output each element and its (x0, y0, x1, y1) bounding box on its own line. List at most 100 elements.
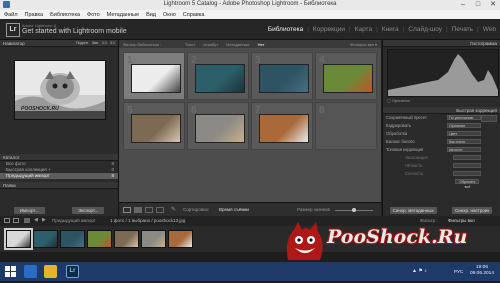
treatment-row: Обработка Цвет (383, 130, 500, 138)
navigator-preview[interactable]: POOSHOCK.RU (14, 60, 106, 120)
maximize-button[interactable]: □ (471, 0, 485, 10)
saved-preset-arrow[interactable] (481, 115, 497, 122)
filmstrip-thumbnail[interactable] (33, 230, 58, 248)
import-button[interactable]: Импорт... (13, 207, 45, 214)
auto-tone-button[interactable]: Автотон (447, 147, 481, 152)
reset-all-button[interactable]: Сбросить всё (455, 179, 479, 189)
module-map[interactable]: Карта (355, 26, 372, 33)
treatment-select[interactable]: Цвет (447, 131, 481, 136)
clock[interactable]: 19:06 09.06.2014 (470, 265, 494, 277)
grid-cell[interactable]: 2 (187, 52, 249, 100)
filmstrip-thumbnail[interactable] (141, 230, 166, 248)
crop-row: Кадрировать Оригинал (383, 122, 500, 130)
grid-cell[interactable]: 3 (251, 52, 313, 100)
survey-view-icon[interactable] (156, 207, 164, 213)
filmstrip-forward-icon[interactable]: ▶ (42, 217, 46, 223)
sync-metadata-button[interactable]: Синхр. метаданных (389, 207, 437, 214)
export-button[interactable]: Экспорт... (72, 207, 105, 214)
white-balance-label: Баланс белого (386, 139, 415, 144)
clarity-stepper[interactable] (453, 163, 481, 168)
folders-title: Папки (3, 182, 16, 188)
filmstrip-window-icon[interactable] (4, 218, 10, 223)
filmstrip-thumbnail[interactable] (4, 228, 33, 250)
photo-thumbnail[interactable] (131, 114, 181, 143)
nav-option-fit[interactable]: Подогн. (76, 41, 89, 45)
filmstrip-thumbnail[interactable] (60, 230, 85, 248)
white-balance-select[interactable]: Как снято (447, 139, 481, 144)
spray-can-icon[interactable]: ✎ (171, 206, 176, 213)
menu-window[interactable]: Окно (163, 12, 176, 18)
module-web[interactable]: Web (483, 26, 496, 33)
window-title: Lightroom 5 Catalog - Adobe Photoshop Li… (163, 1, 337, 7)
module-print[interactable]: Печать (452, 26, 473, 33)
original-photo-checkbox[interactable]: ▢ Оригинал (387, 98, 410, 103)
module-slideshow[interactable]: Слайд-шоу (408, 26, 442, 33)
photo-thumbnail[interactable] (323, 64, 373, 93)
module-book[interactable]: Книга (382, 26, 399, 33)
thumbnail-slider-handle[interactable] (352, 208, 356, 212)
nav-option-3-1[interactable]: 3:1 (110, 41, 115, 45)
filmstrip-filter-select[interactable]: Фильтры вкл (448, 218, 475, 223)
loupe-view-icon[interactable] (134, 207, 142, 213)
tray-icons[interactable]: ▲ ⚑ ♪ (412, 268, 427, 274)
photo-thumbnail[interactable] (195, 64, 245, 93)
grid-cell[interactable]: 5 (123, 102, 185, 150)
grid-view-icon[interactable] (123, 207, 131, 213)
module-library[interactable]: Библиотека (268, 26, 303, 33)
title-bar: Lightroom 5 Catalog - Adobe Photoshop Li… (0, 0, 500, 10)
lightroom-taskbar-icon[interactable]: Lr (66, 265, 79, 278)
white-balance-row: Баланс белого Как снято (383, 138, 500, 146)
filmstrip-source[interactable]: Предыдущий импорт (52, 218, 96, 223)
filter-text[interactable]: Текст (185, 42, 195, 47)
menu-view[interactable]: Вид (146, 12, 156, 18)
filmstrip-back-icon[interactable]: ◀ (34, 217, 38, 223)
folders-header[interactable]: Папки (0, 182, 118, 189)
photo-thumbnail[interactable] (131, 64, 181, 93)
grid-cell[interactable]: 8 (315, 102, 377, 150)
ie-icon[interactable] (24, 265, 37, 278)
input-language[interactable]: РУС (454, 269, 463, 274)
menu-file[interactable]: Файл (4, 12, 18, 18)
vibrance-stepper[interactable] (453, 171, 481, 176)
menu-library[interactable]: Библиотека (50, 12, 80, 18)
exposure-stepper[interactable] (453, 155, 481, 160)
filter-none[interactable]: Нет (258, 42, 265, 47)
photo-thumbnail[interactable] (195, 114, 245, 143)
filmstrip-thumbnail[interactable] (87, 230, 112, 248)
filmstrip-thumbnail[interactable] (114, 230, 139, 248)
grid-cell[interactable]: 7 (251, 102, 313, 150)
quick-develop-header[interactable]: Быстрая коррекция (383, 107, 500, 114)
catalog-header[interactable]: Каталог (0, 154, 118, 161)
filmstrip-second-window-icon[interactable] (13, 218, 19, 223)
filmstrip-thumbnail[interactable] (168, 230, 193, 248)
saved-preset-select[interactable]: По умолчанию (447, 115, 481, 120)
menu-metadata[interactable]: Метаданные (107, 12, 139, 18)
sort-select[interactable]: Время съёмки (219, 207, 249, 212)
identity-title[interactable]: Get started with Lightroom mobile (22, 28, 127, 35)
minimize-button[interactable]: – (456, 0, 470, 10)
filter-metadata[interactable]: Метаданные (226, 42, 250, 47)
nav-option-1-1[interactable]: 1:1 (102, 41, 107, 45)
grid-cell[interactable]: 4 (315, 52, 377, 100)
menu-edit[interactable]: Правка (25, 12, 44, 18)
filter-attribute[interactable]: Атрибут (203, 42, 218, 47)
module-develop[interactable]: Коррекции (313, 26, 345, 33)
menu-help[interactable]: Справка (183, 12, 205, 18)
menu-photo[interactable]: Фото (87, 12, 100, 18)
grid-cell[interactable]: 1 (123, 52, 185, 100)
start-button[interactable] (4, 265, 17, 278)
histogram-header[interactable]: Гистограмма (383, 40, 500, 47)
photo-thumbnail[interactable] (259, 64, 309, 93)
compare-view-icon[interactable] (145, 207, 153, 213)
explorer-icon[interactable] (44, 265, 57, 278)
close-button[interactable]: ✕ (486, 0, 500, 10)
filmstrip-grid-icon[interactable] (24, 218, 30, 223)
grid-cell[interactable]: 6 (187, 102, 249, 150)
navigator-header[interactable]: Навигатор Подогн. Зап. 1:1 3:1 (0, 40, 118, 47)
nav-option-fill[interactable]: Зап. (92, 41, 99, 45)
photo-thumbnail[interactable] (259, 114, 309, 143)
sync-settings-button[interactable]: Синхр. настроек (452, 207, 493, 214)
catalog-item-previous-import[interactable]: Предыдущий импорт 8 (0, 173, 118, 179)
crop-select[interactable]: Оригинал (447, 123, 481, 128)
filter-presets-select[interactable]: Фильтры вкл ▾ (350, 42, 377, 47)
